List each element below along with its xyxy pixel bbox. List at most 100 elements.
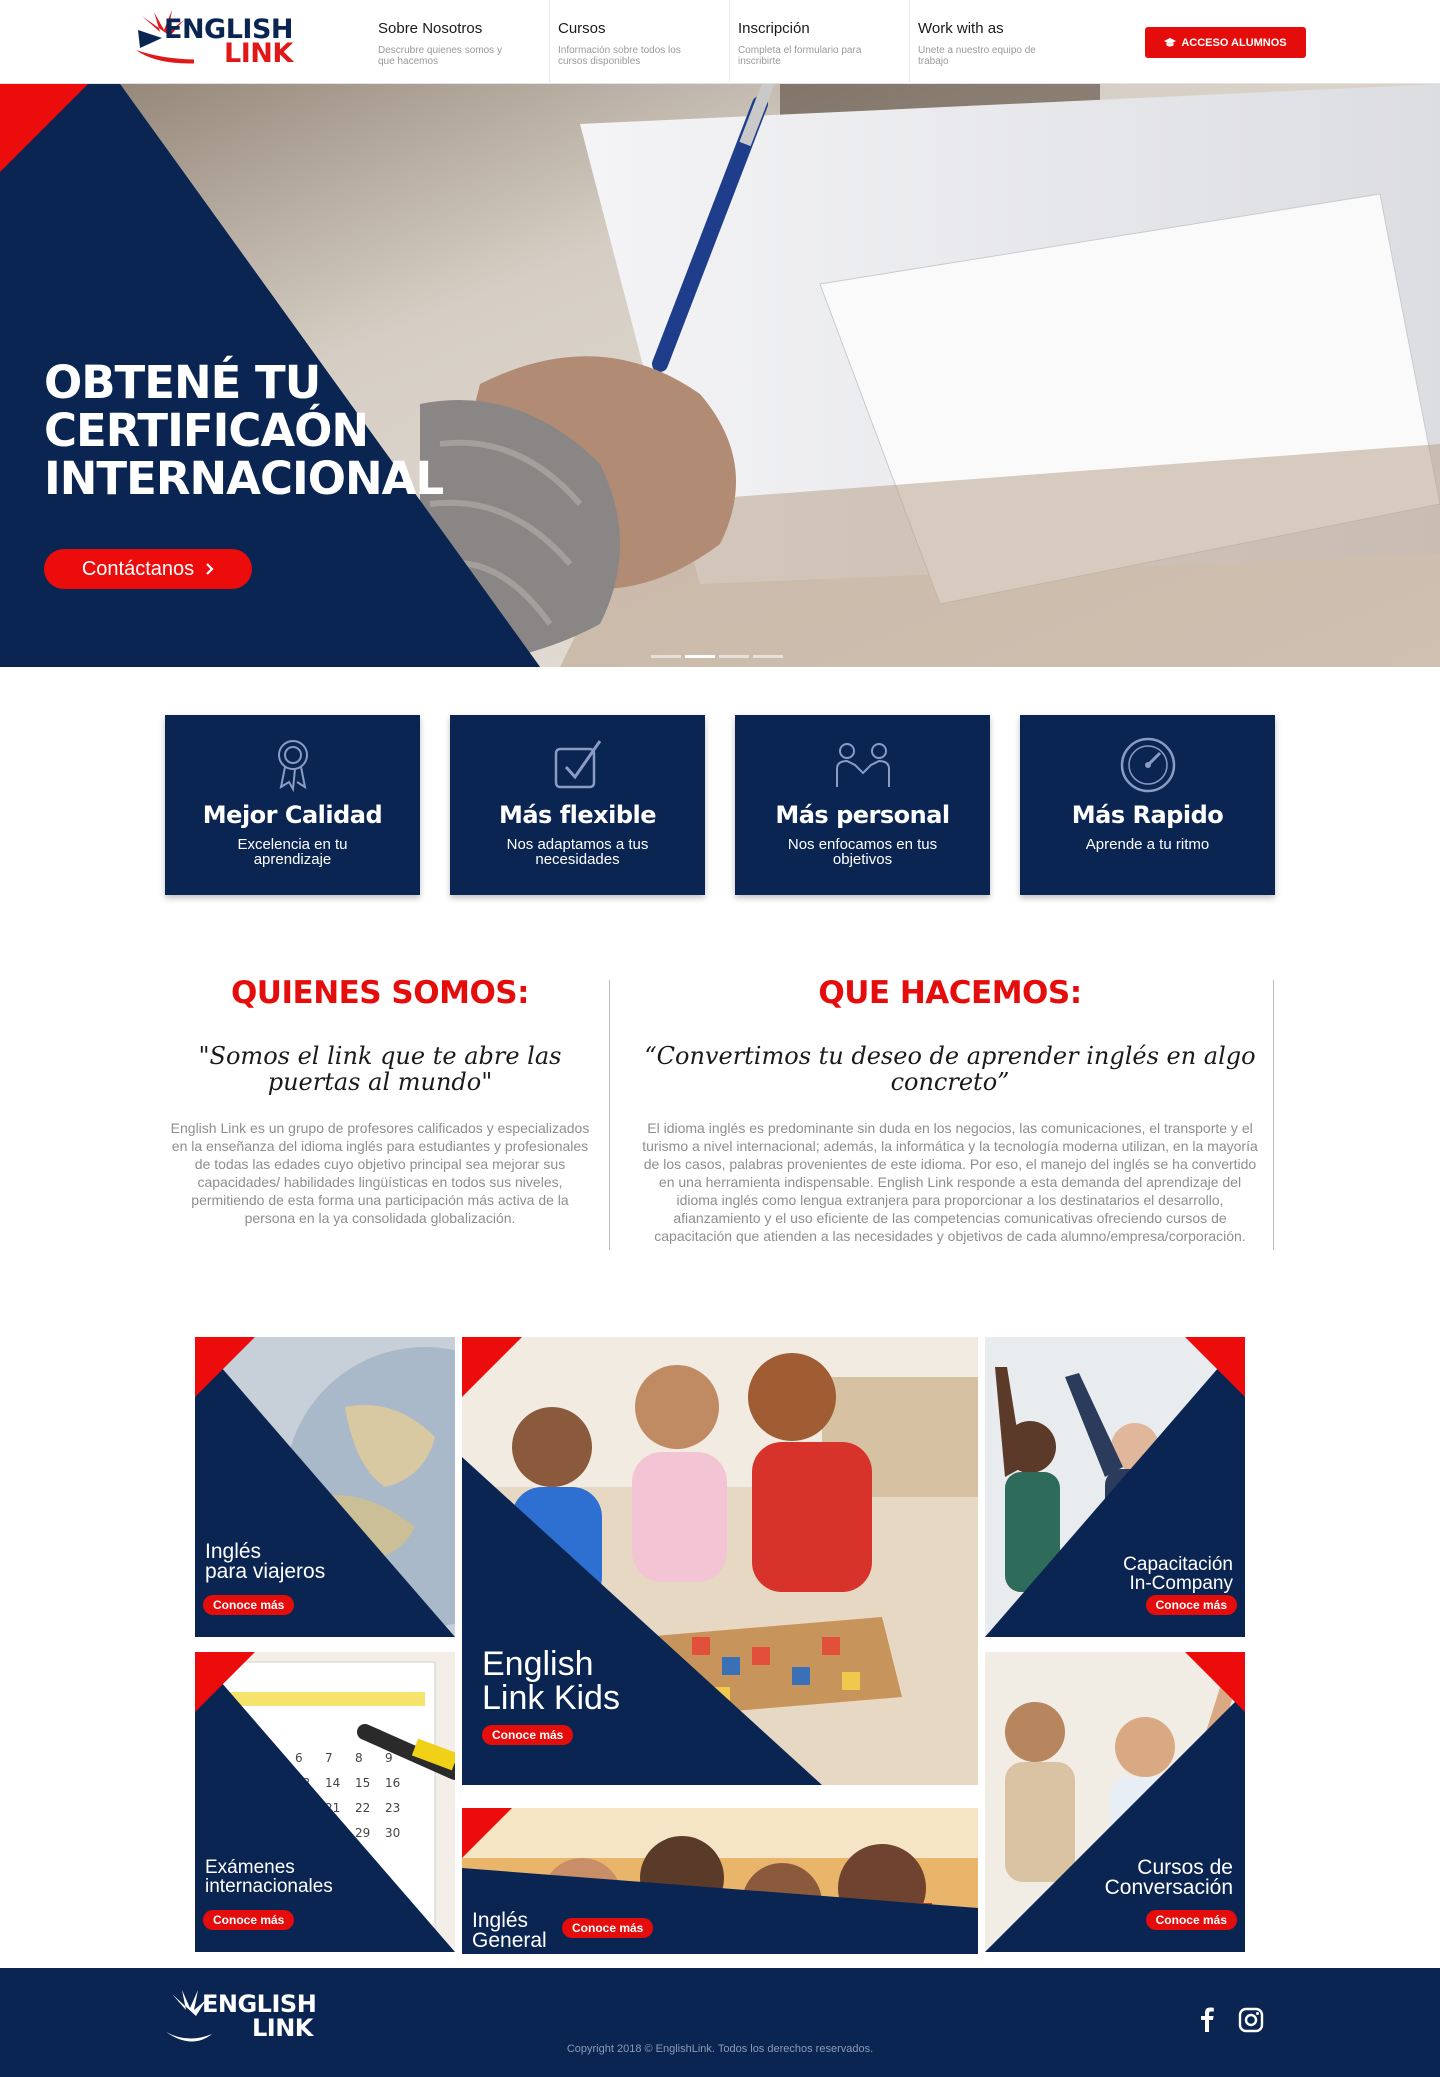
tile-label-line: In-Company xyxy=(1129,1573,1234,1594)
tile-label-line: Capacitación xyxy=(1123,1554,1233,1575)
globe-photo xyxy=(195,1337,455,1637)
svg-text:14: 14 xyxy=(325,1776,340,1790)
conoce-mas-label: Conoce más xyxy=(1155,1598,1227,1612)
footer-logo[interactable]: ENGLISH LINK xyxy=(162,1988,322,2048)
feature-title: Más Rapido xyxy=(1071,801,1224,829)
award-ribbon-icon xyxy=(277,740,308,793)
acceso-alumnos-label: ACCESO ALUMNOS xyxy=(1181,36,1287,49)
facebook-icon xyxy=(1201,2007,1214,2032)
svg-text:15: 15 xyxy=(355,1776,370,1790)
slider-dot-2[interactable] xyxy=(685,655,715,658)
tile-label-line: para viajeros xyxy=(205,1560,326,1583)
tile-capacitacion-in-company[interactable]: Capacitación In-Company Conoce más xyxy=(985,1337,1245,1637)
tile-ingles-general[interactable]: Inglés General Conoce más xyxy=(462,1808,978,1954)
feature-card-calidad: Mejor Calidad Excelencia en tu aprendiza… xyxy=(165,715,420,895)
conoce-mas-button[interactable]: Conoce más xyxy=(562,1918,654,1938)
tile-ingles-viajeros[interactable]: Inglés para viajeros Conoce más xyxy=(195,1337,455,1637)
nav-item-desc: Información sobre todos los cursos dispo… xyxy=(558,45,681,67)
conoce-mas-button[interactable]: Conoce más xyxy=(1145,1910,1237,1930)
que-hacemos-text: El idioma inglés es predominante sin dud… xyxy=(642,1120,1258,1244)
feature-card-flexible: Más flexible Nos adaptamos a tus necesid… xyxy=(450,715,705,895)
que-hacemos-heading: QUE HACEMOS: xyxy=(818,975,1082,1011)
logo-text-link: LINK xyxy=(224,38,293,69)
conoce-mas-button[interactable]: Conoce más xyxy=(1145,1595,1237,1615)
students-raising-hands-photo xyxy=(985,1652,1245,1952)
nav-item-work-with-us[interactable]: Work with as Unete a nuestro equipo de t… xyxy=(910,0,1090,84)
conoce-mas-label: Conoce más xyxy=(572,1921,644,1935)
about-divider-right xyxy=(1273,980,1274,1250)
svg-text:9: 9 xyxy=(385,1751,393,1765)
instagram-icon xyxy=(1238,2007,1264,2033)
kids-playing-photo xyxy=(462,1337,978,1785)
slider-dot-3[interactable] xyxy=(719,655,749,658)
feature-title: Mejor Calidad xyxy=(202,801,383,829)
nav-item-title: Sobre Nosotros xyxy=(378,20,483,37)
site-header: ENGLISH LINK Sobre Nosotros Descrubre qu… xyxy=(0,0,1440,84)
quienes-somos-text: English Link es un grupo de profesores c… xyxy=(170,1120,590,1226)
que-hacemos-section: QUE HACEMOS: “Convertimos tu deseo de ap… xyxy=(640,975,1260,1245)
conoce-mas-button[interactable]: Conoce más xyxy=(482,1725,574,1745)
feature-desc: Aprende a tu ritmo xyxy=(1085,836,1210,853)
quienes-somos-heading: QUIENES SOMOS: xyxy=(230,975,530,1011)
feature-card-personal: Más personal Nos enfocamos en tus objeti… xyxy=(735,715,990,895)
contactanos-label: Contáctanos xyxy=(81,557,195,580)
hero-title-line: INTERNACIONAL xyxy=(44,452,444,505)
nav-item-title: Work with as xyxy=(918,20,1004,37)
svg-text:23: 23 xyxy=(385,1801,400,1815)
speedometer-icon xyxy=(1120,737,1175,793)
feature-title: Más personal xyxy=(775,801,950,829)
hero-slider: OBTENÉ TU CERTIFICAÓN INTERNACIONAL Cont… xyxy=(0,84,1440,667)
svg-text:6: 6 xyxy=(295,1751,303,1765)
acceso-alumnos-button[interactable]: ACCESO ALUMNOS xyxy=(1145,27,1306,58)
svg-text:16: 16 xyxy=(385,1776,400,1790)
footer-logo-text-link: LINK xyxy=(252,2014,313,2042)
nav-item-inscripcion[interactable]: Inscripción Completa el formulario para … xyxy=(730,0,910,84)
que-hacemos-quote: “Convertimos tu deseo de aprender inglés… xyxy=(644,1042,1256,1096)
conoce-mas-label: Conoce más xyxy=(213,1598,285,1612)
conoce-mas-label: Conoce más xyxy=(1155,1913,1227,1927)
feature-desc: Excelencia en tu aprendizaje xyxy=(237,836,348,868)
tile-label-line: internacionales xyxy=(205,1876,333,1897)
slider-dot-1[interactable] xyxy=(651,655,681,658)
tile-cursos-conversacion[interactable]: Cursos de Conversación Conoce más xyxy=(985,1652,1245,1952)
svg-text:22: 22 xyxy=(355,1801,370,1815)
conoce-mas-button[interactable]: Conoce más xyxy=(203,1910,295,1930)
quienes-somos-quote: "Somos el link que te abre las puertas a… xyxy=(198,1042,562,1096)
feature-card-rapido: Más Rapido Aprende a tu ritmo xyxy=(1020,715,1275,895)
slider-dots xyxy=(651,655,783,658)
tile-label-line: Cursos de xyxy=(1137,1856,1233,1879)
features-row: Mejor Calidad Excelencia en tu aprendiza… xyxy=(165,715,1275,895)
feature-title: Más flexible xyxy=(498,801,657,829)
feature-desc: Nos enfocamos en tus objetivos xyxy=(787,836,938,868)
nav-item-cursos[interactable]: Cursos Información sobre todos los curso… xyxy=(550,0,730,84)
tile-label-line: English xyxy=(482,1645,594,1683)
nav-item-desc: Descrubre quienes somos y que hacemos xyxy=(378,45,502,67)
tile-label-line: Conversación xyxy=(1104,1876,1233,1899)
about-divider xyxy=(609,980,610,1250)
svg-text:7: 7 xyxy=(325,1751,333,1765)
contactanos-button[interactable]: Contáctanos xyxy=(44,549,252,589)
main-nav: Sobre Nosotros Descrubre quienes somos y… xyxy=(370,0,1090,84)
conoce-mas-label: Conoce más xyxy=(492,1728,564,1742)
tile-examenes-internacionales[interactable]: 56789 1213141516 1920212223 27282930 Exá… xyxy=(195,1652,455,1952)
facebook-link[interactable] xyxy=(1200,2006,1214,2037)
calendar-photo: 56789 1213141516 1920212223 27282930 xyxy=(195,1652,455,1952)
instagram-link[interactable] xyxy=(1238,2007,1264,2038)
site-footer: ENGLISH LINK xyxy=(0,1968,1440,2077)
nav-item-sobre-nosotros[interactable]: Sobre Nosotros Descrubre quienes somos y… xyxy=(370,0,550,84)
copyright-text: Copyright 2018 © EnglishLink. Todos los … xyxy=(566,2043,874,2055)
nav-item-desc: Unete a nuestro equipo de trabajo xyxy=(918,45,1036,67)
tile-label-line: Inglés xyxy=(205,1540,262,1563)
graduation-cap-icon xyxy=(1164,37,1177,46)
site-logo[interactable]: ENGLISH LINK xyxy=(134,8,299,74)
slider-dot-4[interactable] xyxy=(753,655,783,658)
chevron-right-icon xyxy=(206,563,214,575)
hero-title-line: CERTIFICAÓN xyxy=(44,404,369,457)
conoce-mas-label: Conoce más xyxy=(213,1913,285,1927)
tile-label-line: Link Kids xyxy=(482,1679,620,1717)
tile-english-link-kids[interactable]: English Link Kids Conoce más xyxy=(462,1337,978,1785)
conoce-mas-button[interactable]: Conoce más xyxy=(203,1595,295,1615)
svg-text:30: 30 xyxy=(385,1826,400,1840)
handshake-icon xyxy=(835,743,890,787)
nav-item-title: Cursos xyxy=(558,20,606,37)
